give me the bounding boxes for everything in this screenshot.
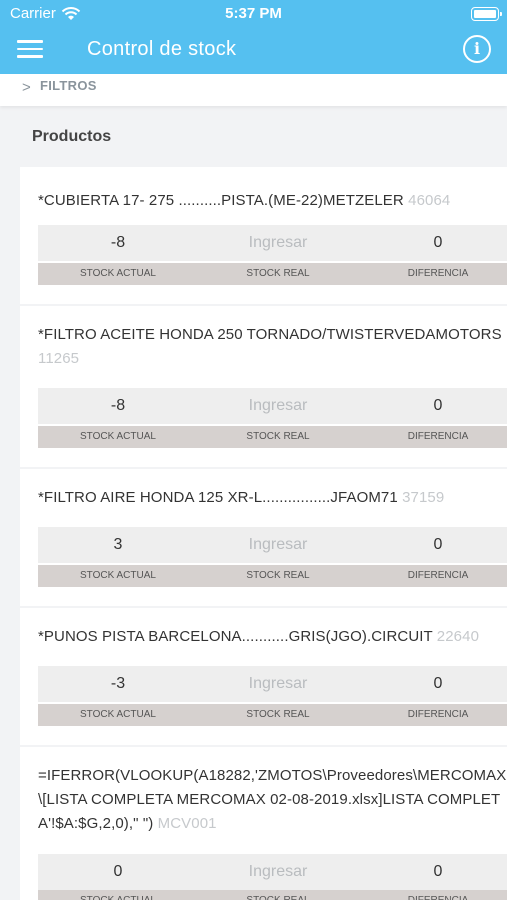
product-code: 37159 [402,489,445,506]
stock-real-input[interactable]: Ingresar [198,527,358,563]
filters-toggle[interactable]: > FILTROS [0,74,507,106]
stock-real-label: STOCK REAL [246,431,310,442]
stock-real-input[interactable]: Ingresar [198,225,358,261]
stock-labels-row: STOCK ACTUAL STOCK REAL DIFERENCIA [38,565,507,587]
stock-actual-value: -8 [110,234,126,251]
difference-value: 0 [433,863,443,880]
difference-value: 0 [433,536,443,553]
difference-label: DIFERENCIA [358,890,507,900]
filters-label: FILTROS [40,78,97,93]
difference-label: DIFERENCIA [407,268,469,279]
difference-label: DIFERENCIA [407,709,469,720]
difference-label: DIFERENCIA [407,431,469,442]
product-code: 46064 [408,192,451,209]
status-bar: Carrier 5:37 PM [0,0,507,28]
stock-values-row: 3 Ingresar 0 [38,527,507,563]
stock-actual-label: STOCK ACTUAL [80,570,156,581]
product-name: *PUNOS PISTA BARCELONA...........GRIS(JG… [38,628,480,645]
stock-real-label: STOCK REAL [246,709,310,720]
product-code: 11265 [38,350,80,367]
difference-value: 0 [433,675,443,692]
stock-real-input[interactable]: Ingresar [198,666,358,702]
difference-value: 0 [433,234,443,251]
product-card: *CUBIERTA 17- 275 ..........PISTA.(ME-22… [20,167,507,304]
product-code: 22640 [436,628,480,645]
stock-values-row: -8 Ingresar 0 [38,388,507,424]
stock-labels-row: STOCK ACTUAL STOCK REAL DIFERENCIA [38,263,507,285]
product-card: =IFERROR(VLOOKUP(A18282,'ZMOTOS\Proveedo… [20,747,507,900]
stock-real-label: STOCK REAL [246,570,310,581]
product-name: =IFERROR(VLOOKUP(A18282,'ZMOTOS\Proveedo… [38,767,507,832]
difference-label: DIFERENCIA [407,570,469,581]
product-card: *FILTRO AIRE HONDA 125 XR-L.............… [20,469,507,606]
stock-labels-row: STOCK ACTUAL STOCK REAL DIFERENCIA [38,426,507,448]
app-bar: Control de stock i [0,28,507,74]
stock-actual-label: STOCK ACTUAL [80,431,156,442]
stock-real-label: STOCK REAL [198,890,358,900]
difference-value: 0 [433,397,443,414]
page-title: Control de stock [87,38,237,60]
section-title: Productos [32,128,112,145]
product-name: *FILTRO AIRE HONDA 125 XR-L.............… [38,489,445,506]
stock-actual-label: STOCK ACTUAL [80,268,156,279]
stock-real-label: STOCK REAL [246,268,310,279]
stock-actual-value: 0 [113,863,123,880]
stock-real-input[interactable]: Ingresar [198,854,358,890]
stock-actual-label: STOCK ACTUAL [38,890,198,900]
product-name: *FILTRO ACEITE HONDA 250 TORNADO/TWISTER… [38,326,502,367]
product-card: *FILTRO ACEITE HONDA 250 TORNADO/TWISTER… [20,306,507,467]
stock-values-row: -3 Ingresar 0 [38,666,507,702]
clock: 5:37 PM [225,5,282,22]
stock-values-row: -8 Ingresar 0 [38,225,507,261]
battery-icon [471,7,502,21]
info-icon[interactable]: i [463,35,491,63]
stock-actual-value: 3 [113,536,123,553]
product-name: *CUBIERTA 17- 275 ..........PISTA.(ME-22… [38,192,451,209]
stock-actual-value: -8 [110,397,126,414]
stock-actual-value: -3 [110,675,126,692]
chevron-right-icon: > [22,79,31,96]
stock-values-row: 0 Ingresar 0 [38,854,507,890]
stock-labels-row: STOCK ACTUAL STOCK REAL DIFERENCIA [38,890,507,900]
product-code: MCV001 [157,815,217,832]
stock-actual-label: STOCK ACTUAL [80,709,156,720]
hamburger-menu-icon[interactable] [17,40,43,60]
product-card: *PUNOS PISTA BARCELONA...........GRIS(JG… [20,608,507,745]
stock-real-input[interactable]: Ingresar [198,388,358,424]
stock-labels-row: STOCK ACTUAL STOCK REAL DIFERENCIA [38,704,507,726]
